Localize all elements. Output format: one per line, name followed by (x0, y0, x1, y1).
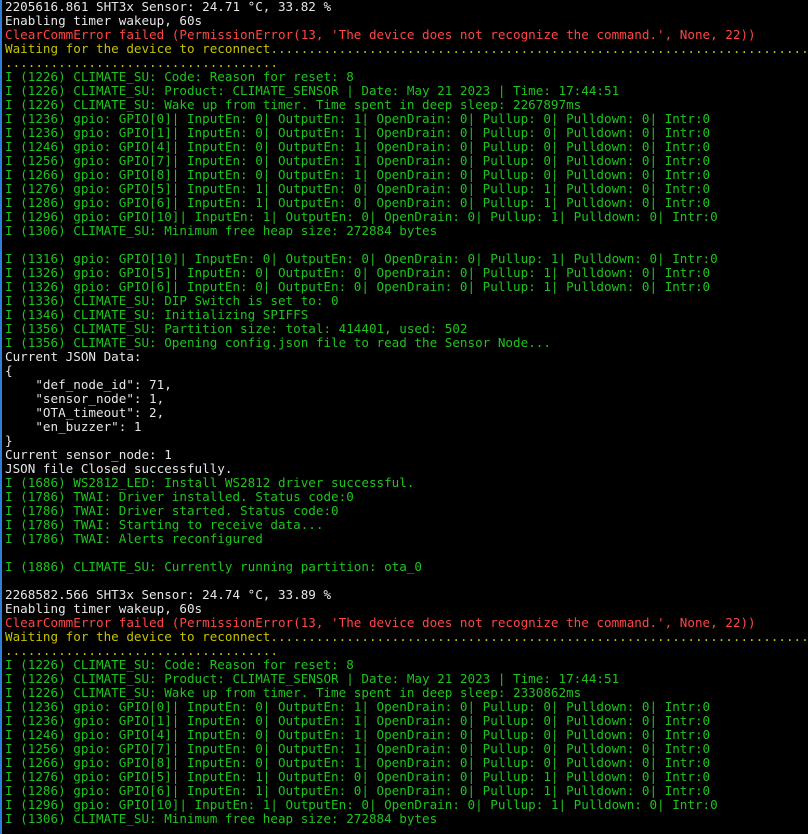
terminal-line: I (1236) gpio: GPIO[0]| InputEn: 0| Outp… (5, 112, 711, 126)
terminal-line: I (1246) gpio: GPIO[4]| InputEn: 0| Outp… (5, 728, 711, 742)
terminal-line: I (1256) gpio: GPIO[7]| InputEn: 0| Outp… (5, 154, 711, 168)
terminal-line: I (1246) gpio: GPIO[4]| InputEn: 0| Outp… (5, 140, 711, 154)
terminal-line: I (1326) gpio: GPIO[5]| InputEn: 0| Outp… (5, 266, 711, 280)
terminal-line: I (1236) gpio: GPIO[1]| InputEn: 0| Outp… (5, 714, 711, 728)
terminal-line: I (1236) gpio: GPIO[1]| InputEn: 0| Outp… (5, 126, 711, 140)
terminal-line: I (1786) TWAI: Alerts reconfigured (5, 532, 263, 546)
terminal-line: I (1336) CLIMATE_SU: DIP Switch is set t… (5, 294, 339, 308)
terminal-line: I (1326) gpio: GPIO[6]| InputEn: 0| Outp… (5, 280, 711, 294)
terminal-line: Waiting for the device to reconnect.....… (5, 630, 808, 644)
terminal-line: I (1786) TWAI: Driver installed. Status … (5, 490, 354, 504)
terminal-accent-bar (0, 0, 2, 834)
terminal-line: I (1226) CLIMATE_SU: Product: CLIMATE_SE… (5, 672, 620, 686)
terminal-line: I (1266) gpio: GPIO[8]| InputEn: 0| Outp… (5, 756, 711, 770)
terminal-line: Current JSON Data: (5, 350, 142, 364)
terminal-line: I (1286) gpio: GPIO[6]| InputEn: 1| Outp… (5, 784, 711, 798)
terminal-line: Current sensor_node: 1 (5, 448, 172, 462)
terminal-line: ClearCommError failed (PermissionError(1… (5, 616, 756, 630)
terminal-output: 2205616.861 SHT3x Sensor: 24.71 °C, 33.8… (5, 0, 808, 826)
terminal-line: I (1316) gpio: GPIO[10]| InputEn: 0| Out… (5, 252, 718, 266)
terminal-line: I (1786) TWAI: Driver started. Status co… (5, 504, 339, 518)
terminal-line: I (1886) CLIMATE_SU: Currently running p… (5, 560, 423, 574)
terminal-line: I (1346) CLIMATE_SU: Initializing SPIFFS (5, 308, 309, 322)
terminal-line: I (1286) gpio: GPIO[6]| InputEn: 1| Outp… (5, 196, 711, 210)
terminal-line: I (1786) TWAI: Starting to receive data.… (5, 518, 324, 532)
terminal-window[interactable]: 2205616.861 SHT3x Sensor: 24.71 °C, 33.8… (0, 0, 808, 834)
terminal-line: I (1356) CLIMATE_SU: Opening config.json… (5, 336, 551, 350)
terminal-line: Enabling timer wakeup, 60s (5, 602, 203, 616)
terminal-line: I (1226) CLIMATE_SU: Wake up from timer.… (5, 98, 582, 112)
terminal-line: JSON file Closed successfully. (5, 462, 233, 476)
terminal-line: I (1276) gpio: GPIO[5]| InputEn: 1| Outp… (5, 182, 711, 196)
terminal-line: I (1356) CLIMATE_SU: Partition size: tot… (5, 322, 468, 336)
terminal-line: I (1296) gpio: GPIO[10]| InputEn: 1| Out… (5, 798, 718, 812)
terminal-line: 2268582.566 SHT3x Sensor: 24.74 °C, 33.8… (5, 588, 332, 602)
terminal-line: ClearCommError failed (PermissionError(1… (5, 28, 756, 42)
terminal-line: "def_node_id": 71, (5, 378, 172, 392)
terminal-line: { (5, 364, 13, 378)
terminal-line: "en_buzzer": 1 (5, 420, 142, 434)
terminal-line: I (1266) gpio: GPIO[8]| InputEn: 0| Outp… (5, 168, 711, 182)
terminal-line: I (1296) gpio: GPIO[10]| InputEn: 1| Out… (5, 210, 718, 224)
terminal-line: I (1236) gpio: GPIO[0]| InputEn: 0| Outp… (5, 700, 711, 714)
terminal-line: 2205616.861 SHT3x Sensor: 24.71 °C, 33.8… (5, 0, 332, 14)
terminal-line: I (1686) WS2812_LED: Install WS2812 driv… (5, 476, 415, 490)
terminal-line: I (1276) gpio: GPIO[5]| InputEn: 1| Outp… (5, 770, 711, 784)
terminal-line: I (1226) CLIMATE_SU: Code: Reason for re… (5, 658, 354, 672)
terminal-line: .................................... (5, 644, 278, 658)
terminal-line: .................................... (5, 56, 278, 70)
terminal-line: I (1226) CLIMATE_SU: Product: CLIMATE_SE… (5, 84, 620, 98)
terminal-line: I (1226) CLIMATE_SU: Wake up from timer.… (5, 686, 582, 700)
terminal-line: I (1306) CLIMATE_SU: Minimum free heap s… (5, 224, 438, 238)
terminal-line: I (1306) CLIMATE_SU: Minimum free heap s… (5, 812, 438, 826)
terminal-line: I (1256) gpio: GPIO[7]| InputEn: 0| Outp… (5, 742, 711, 756)
terminal-line: "OTA_timeout": 2, (5, 406, 165, 420)
terminal-line: } (5, 434, 13, 448)
terminal-line: I (1226) CLIMATE_SU: Code: Reason for re… (5, 70, 354, 84)
terminal-line: Enabling timer wakeup, 60s (5, 14, 203, 28)
terminal-line: "sensor_node": 1, (5, 392, 165, 406)
terminal-line: Waiting for the device to reconnect.....… (5, 42, 808, 56)
